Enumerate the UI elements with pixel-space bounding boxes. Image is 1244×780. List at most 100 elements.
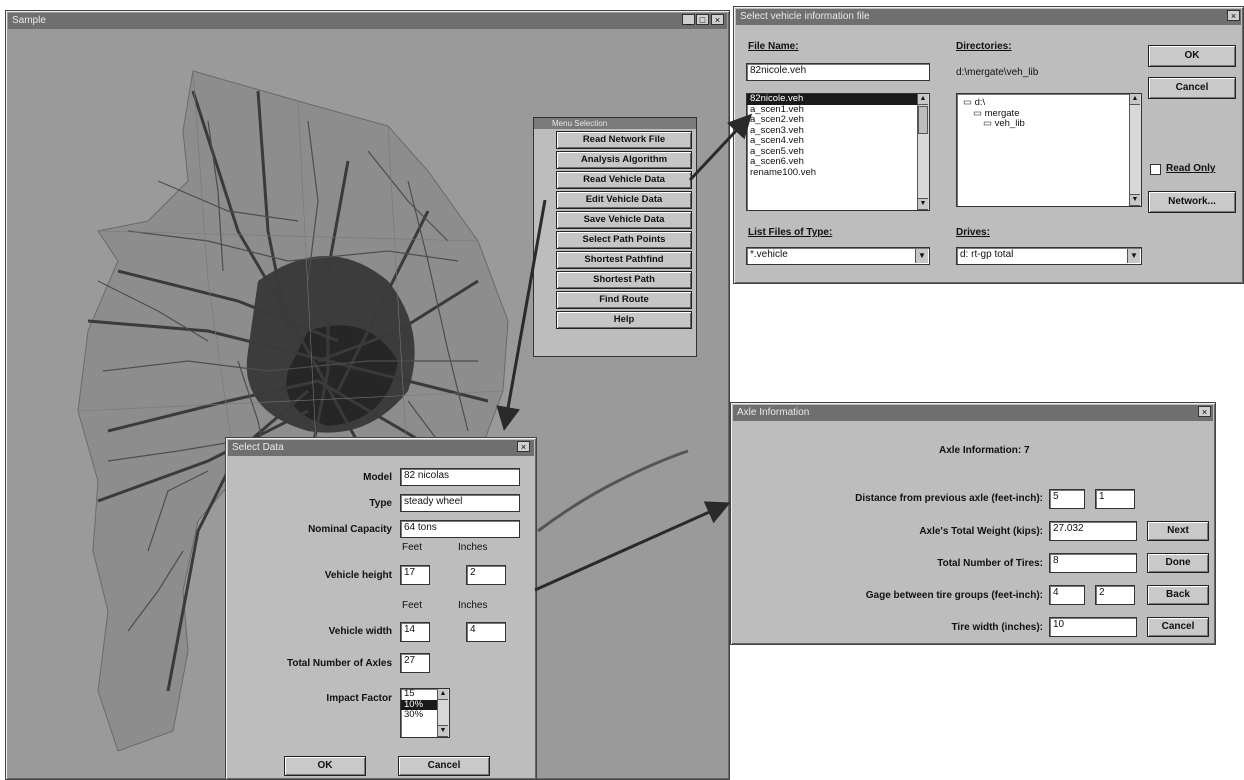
weight-field[interactable]: 27.032: [1049, 521, 1137, 541]
menu-item-shortest-path[interactable]: Shortest Path: [556, 271, 692, 289]
menu-item-read-vehicle-data[interactable]: Read Vehicle Data: [556, 171, 692, 189]
menu-item-help[interactable]: Help: [556, 311, 692, 329]
capacity-label: Nominal Capacity: [308, 524, 392, 535]
chevron-down-icon[interactable]: ▼: [1127, 249, 1140, 263]
type-field[interactable]: steady wheel: [400, 494, 520, 512]
map-window-title: Sample: [12, 15, 46, 26]
scroll-up-icon[interactable]: ▲: [1130, 94, 1140, 105]
feet-header: Feet: [402, 542, 423, 553]
ok-button[interactable]: OK: [1148, 45, 1236, 67]
file-name-input[interactable]: 82nicole.veh: [746, 63, 930, 81]
dir-item-veh-lib[interactable]: ▭ veh_lib: [957, 118, 1141, 130]
vehicle-dialog-close-button[interactable]: ×: [517, 441, 530, 452]
menu-item-shortest-pathfind[interactable]: Shortest Pathfind: [556, 251, 692, 269]
axle-dialog-close-button[interactable]: ×: [1198, 406, 1211, 417]
file-type-label: List Files of Type:: [748, 227, 833, 238]
file-dialog-titlebar: Select vehicle information file: [736, 9, 1241, 25]
menu-item-save-vehicle-data[interactable]: Save Vehicle Data: [556, 211, 692, 229]
scroll-down-icon[interactable]: ▼: [918, 198, 928, 210]
map-window-titlebar: Sample: [8, 13, 727, 29]
file-open-dialog: Select vehicle information file × File N…: [733, 6, 1244, 284]
file-type-value: *.vehicle: [750, 249, 788, 260]
height-label: Vehicle height: [324, 570, 392, 581]
file-list-item[interactable]: a_scen2.veh: [747, 114, 929, 126]
menu-panel-titlebar: Menu Selection: [534, 118, 696, 129]
axle-heading: Axle Information: 7: [939, 445, 1030, 456]
drives-label: Drives:: [956, 227, 990, 238]
impact-scrollbar[interactable]: ▲ ▼: [437, 689, 449, 737]
dir-label: mergate: [984, 107, 1020, 119]
capacity-field[interactable]: 64 tons: [400, 520, 520, 538]
gage-label: Gage between tire groups (feet-inch):: [865, 590, 1043, 601]
tires-label: Total Number of Tires:: [937, 558, 1043, 569]
file-list-item[interactable]: a_scen6.veh: [747, 156, 929, 168]
close-button[interactable]: ×: [711, 14, 724, 25]
file-list-item[interactable]: a_scen4.veh: [747, 135, 929, 147]
file-list-item[interactable]: 82nicole.veh: [747, 94, 929, 105]
tire-width-label: Tire width (inches):: [951, 622, 1044, 633]
maximize-button[interactable]: □: [696, 14, 709, 25]
scroll-up-icon[interactable]: ▲: [438, 689, 448, 700]
menu-item-analysis-algorithm[interactable]: Analysis Algorithm: [556, 151, 692, 169]
axle-dialog-titlebar: Axle Information: [733, 405, 1213, 421]
minimize-button[interactable]: _: [682, 14, 695, 25]
file-list-item[interactable]: rename100.veh: [747, 167, 929, 179]
dir-label: d:\: [974, 97, 986, 108]
file-list-scrollbar[interactable]: ▲ ▼: [917, 94, 929, 210]
file-dialog-title: Select vehicle information file: [740, 11, 870, 22]
next-button[interactable]: Next: [1147, 521, 1209, 541]
drive-select[interactable]: d: rt-gp total ▼: [956, 247, 1142, 265]
open-folder-icon: ▭: [973, 107, 982, 119]
menu-item-find-route[interactable]: Find Route: [556, 291, 692, 309]
directory-scrollbar[interactable]: ▲ ▼: [1129, 94, 1141, 206]
scroll-thumb[interactable]: [918, 106, 928, 134]
done-button[interactable]: Done: [1147, 553, 1209, 573]
vehicle-data-dialog: Select Data × Model 82 nicolas Type stea…: [225, 437, 537, 780]
scroll-down-icon[interactable]: ▼: [1130, 194, 1140, 206]
ok-button[interactable]: OK: [284, 756, 366, 776]
menu-item-edit-vehicle-data[interactable]: Edit Vehicle Data: [556, 191, 692, 209]
menu-item-select-path-points[interactable]: Select Path Points: [556, 231, 692, 249]
file-list[interactable]: 82nicole.veh a_scen1.veh a_scen2.veh a_s…: [746, 93, 930, 211]
gage-feet-field[interactable]: 4: [1049, 585, 1085, 605]
cancel-button[interactable]: Cancel: [1148, 77, 1236, 99]
network-button[interactable]: Network...: [1148, 191, 1236, 213]
vehicle-dialog-title: Select Data: [232, 442, 284, 453]
scroll-down-icon[interactable]: ▼: [438, 725, 448, 737]
width-inches-field[interactable]: 4: [466, 622, 506, 642]
distance-feet-field[interactable]: 5: [1049, 489, 1085, 509]
read-only-label: Read Only: [1166, 163, 1216, 174]
file-dialog-close-button[interactable]: ×: [1227, 10, 1240, 21]
distance-inches-field[interactable]: 1: [1095, 489, 1135, 509]
feet-header: Feet: [402, 600, 423, 611]
gage-inches-field[interactable]: 2: [1095, 585, 1135, 605]
type-label: Type: [369, 498, 392, 509]
height-inches-field[interactable]: 2: [466, 565, 506, 585]
model-field[interactable]: 82 nicolas: [400, 468, 520, 486]
chevron-down-icon[interactable]: ▼: [915, 249, 928, 263]
impact-factor-list[interactable]: 15 10% 30% ▲ ▼: [400, 688, 450, 738]
tire-width-field[interactable]: 10: [1049, 617, 1137, 637]
file-type-select[interactable]: *.vehicle ▼: [746, 247, 930, 265]
menu-item-read-network[interactable]: Read Network File: [556, 131, 692, 149]
width-feet-field[interactable]: 14: [400, 622, 430, 642]
axle-information-dialog: Axle Information × Axle Information: 7 D…: [730, 402, 1216, 645]
back-button[interactable]: Back: [1147, 585, 1209, 605]
model-label: Model: [363, 472, 392, 483]
directory-tree[interactable]: ▭ d:\ ▭ mergate ▭ veh_lib ▲ ▼: [956, 93, 1142, 207]
read-only-checkbox[interactable]: [1150, 164, 1161, 175]
axles-field[interactable]: 27: [400, 653, 430, 673]
height-feet-field[interactable]: 17: [400, 565, 430, 585]
axle-dialog-title: Axle Information: [737, 407, 810, 418]
dir-label: veh_lib: [994, 118, 1025, 129]
scroll-up-icon[interactable]: ▲: [918, 94, 928, 105]
menu-panel: Menu Selection Read Network File Analysi…: [533, 117, 697, 357]
cancel-button[interactable]: Cancel: [1147, 617, 1209, 637]
folder-icon: ▭: [983, 118, 992, 129]
cancel-button[interactable]: Cancel: [398, 756, 490, 776]
open-folder-icon: ▭: [963, 97, 972, 108]
coastline: [537, 449, 689, 533]
distance-label: Distance from previous axle (feet-inch):: [855, 493, 1043, 504]
tires-field[interactable]: 8: [1049, 553, 1137, 573]
axles-label: Total Number of Axles: [286, 658, 392, 669]
